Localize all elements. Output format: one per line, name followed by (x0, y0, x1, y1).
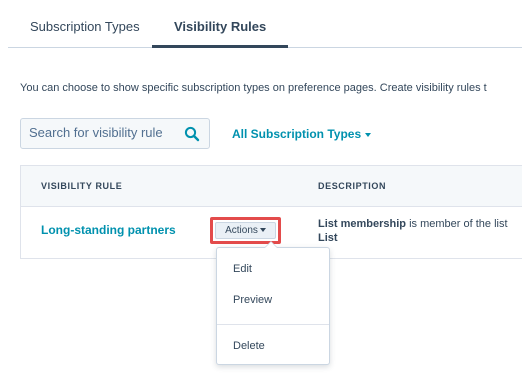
tab-bar: Subscription Types Visibility Rules (8, 0, 522, 48)
subscription-type-filter[interactable]: All Subscription Types (232, 127, 372, 141)
menu-item-preview[interactable]: Preview (233, 294, 272, 306)
table-header: VISIBILITY RULE DESCRIPTION (21, 166, 522, 207)
actions-button[interactable]: Actions (215, 222, 276, 239)
menu-divider (217, 324, 329, 325)
search-icon[interactable] (184, 126, 200, 142)
tab-visibility-rules[interactable]: Visibility Rules (152, 0, 289, 48)
intro-text: You can choose to show specific subscrip… (20, 82, 487, 94)
description-rest: is member of the list (406, 218, 508, 230)
actions-label: Actions (225, 225, 258, 236)
menu-item-delete[interactable]: Delete (233, 340, 265, 352)
description-bold: List membership (318, 218, 407, 230)
chevron-down-icon (259, 228, 266, 233)
rule-name-link[interactable]: Long-standing partners (41, 223, 176, 237)
description-line2: List (318, 232, 338, 244)
chevron-down-icon (365, 132, 372, 137)
search-input[interactable] (29, 125, 179, 140)
filter-label: All Subscription Types (232, 127, 362, 141)
rule-description: List membership is member of the list Li… (318, 217, 508, 245)
search-box[interactable] (20, 118, 210, 149)
actions-highlight: Actions (210, 217, 281, 244)
tab-subscription-types[interactable]: Subscription Types (30, 0, 140, 47)
actions-dropdown-menu: Edit Preview Delete (216, 241, 330, 365)
menu-item-edit[interactable]: Edit (233, 263, 252, 275)
column-header-description[interactable]: DESCRIPTION (318, 181, 386, 191)
column-header-visibility-rule[interactable]: VISIBILITY RULE (41, 181, 122, 191)
